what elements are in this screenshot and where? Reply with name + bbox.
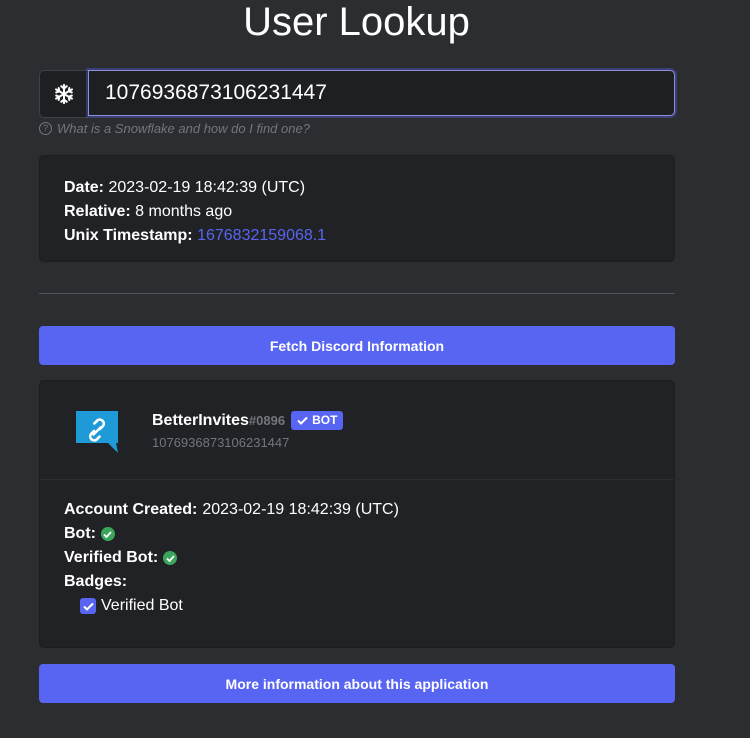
checkmark-icon — [297, 416, 308, 425]
snowflake-search — [39, 70, 675, 118]
user-name-row: BetterInvites #0896 BOT — [152, 411, 344, 430]
relative-value: 8 months ago — [135, 203, 233, 220]
verified-bot-row: Verified Bot: — [64, 546, 650, 570]
avatar — [74, 409, 120, 455]
bot-label: Bot: — [64, 525, 96, 542]
date-label: Date: — [64, 179, 105, 196]
date-row: Date: 2023-02-19 18:42:39 (UTC) — [64, 176, 650, 200]
account-created-row: Account Created: 2023-02-19 18:42:39 (UT… — [64, 498, 650, 522]
user-header: BetterInvites #0896 BOT 1076936873106231… — [40, 381, 674, 480]
help-text: What is a Snowflake and how do I find on… — [57, 121, 310, 136]
bot-tag: BOT — [291, 411, 344, 430]
fetch-discord-info-button[interactable]: Fetch Discord Information — [39, 326, 675, 365]
verified-bot-label: Verified Bot: — [64, 549, 159, 566]
user-details: Account Created: 2023-02-19 18:42:39 (UT… — [40, 480, 674, 636]
snowflake-input[interactable] — [88, 70, 675, 116]
unix-timestamp-label: Unix Timestamp: — [64, 227, 193, 244]
badge-item: Verified Bot — [80, 594, 650, 618]
date-value: 2023-02-19 18:42:39 (UTC) — [108, 179, 306, 196]
user-info-card: BetterInvites #0896 BOT 1076936873106231… — [39, 380, 675, 648]
more-info-button[interactable]: More information about this application — [39, 664, 675, 703]
unix-timestamp-row: Unix Timestamp: 1676832159068.1 — [64, 224, 650, 248]
check-circle-icon — [100, 527, 115, 541]
unix-timestamp-link[interactable]: 1676832159068.1 — [197, 227, 326, 244]
section-divider — [39, 293, 675, 294]
relative-label: Relative: — [64, 203, 131, 220]
snowflake-help-link[interactable]: ? What is a Snowflake and how do I find … — [39, 121, 310, 136]
check-circle-icon — [163, 551, 178, 565]
badges-row: Badges: — [64, 570, 650, 594]
account-created-label: Account Created: — [64, 501, 198, 518]
badge-label: Verified Bot — [101, 597, 183, 614]
username: BetterInvites — [152, 411, 249, 429]
discriminator: #0896 — [248, 413, 286, 428]
checked-checkbox-icon — [80, 598, 96, 614]
page-title: User Lookup — [243, 0, 470, 44]
account-created-value: 2023-02-19 18:42:39 (UTC) — [202, 501, 399, 518]
question-circle-icon: ? — [39, 122, 52, 135]
relative-row: Relative: 8 months ago — [64, 200, 650, 224]
bot-tag-label: BOT — [312, 413, 338, 427]
snowflake-icon — [39, 70, 88, 118]
user-lookup-page: User Lookup ? What is a Snowflake and ho… — [0, 0, 750, 738]
badges-label: Badges: — [64, 573, 128, 590]
snowflake-info-card: Date: 2023-02-19 18:42:39 (UTC) Relative… — [39, 155, 675, 262]
user-id: 1076936873106231447 — [152, 435, 290, 450]
bot-row: Bot: — [64, 522, 650, 546]
